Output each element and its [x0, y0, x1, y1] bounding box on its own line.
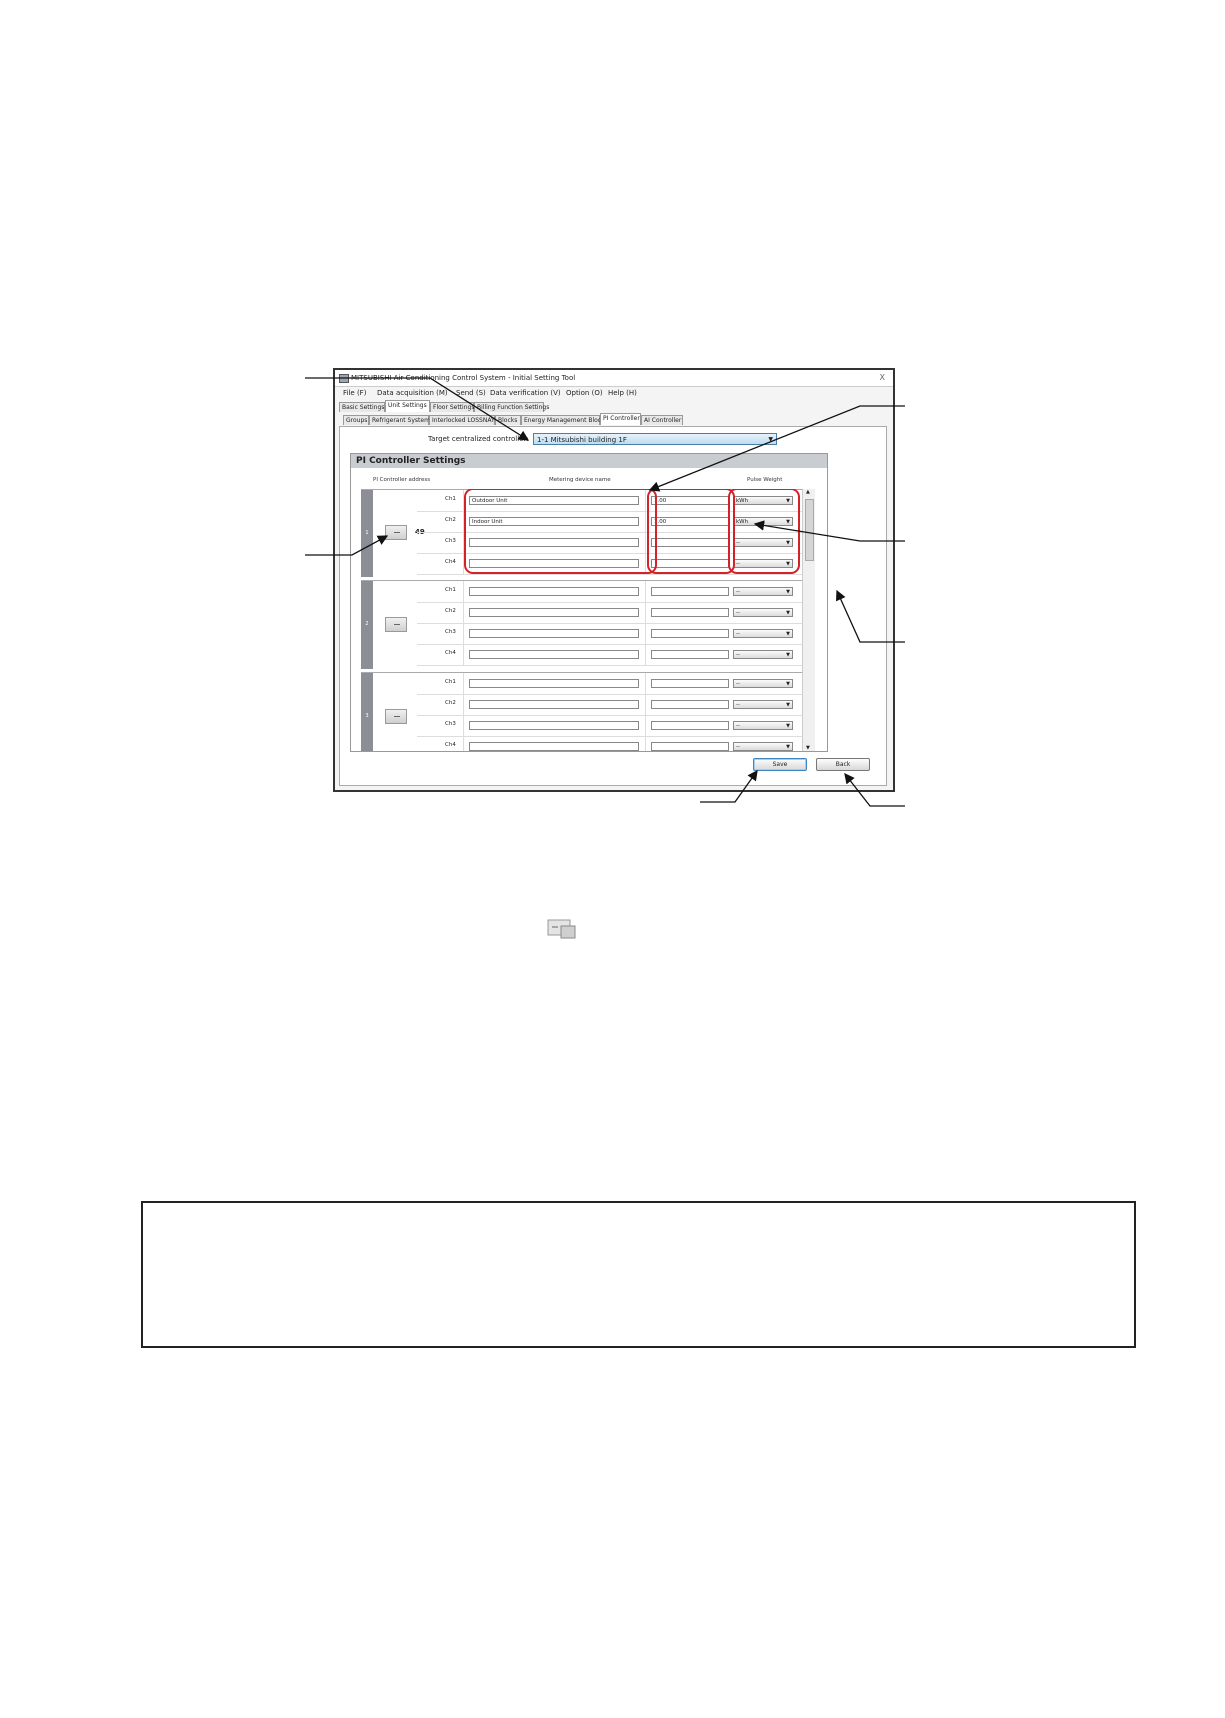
callout-pulse-unit: [836, 589, 905, 643]
callout-target-controller: [305, 377, 530, 441]
pi-controller-icon: [547, 919, 577, 939]
callout-save-button: [700, 769, 758, 803]
callout-pulse-weight: [753, 520, 905, 542]
note-box: [141, 1201, 1136, 1348]
callout-metering-name: [648, 405, 905, 492]
callout-back-button: [844, 772, 905, 807]
callout-pi-controller-icon: [305, 535, 389, 556]
callout-lines: [305, 377, 905, 807]
